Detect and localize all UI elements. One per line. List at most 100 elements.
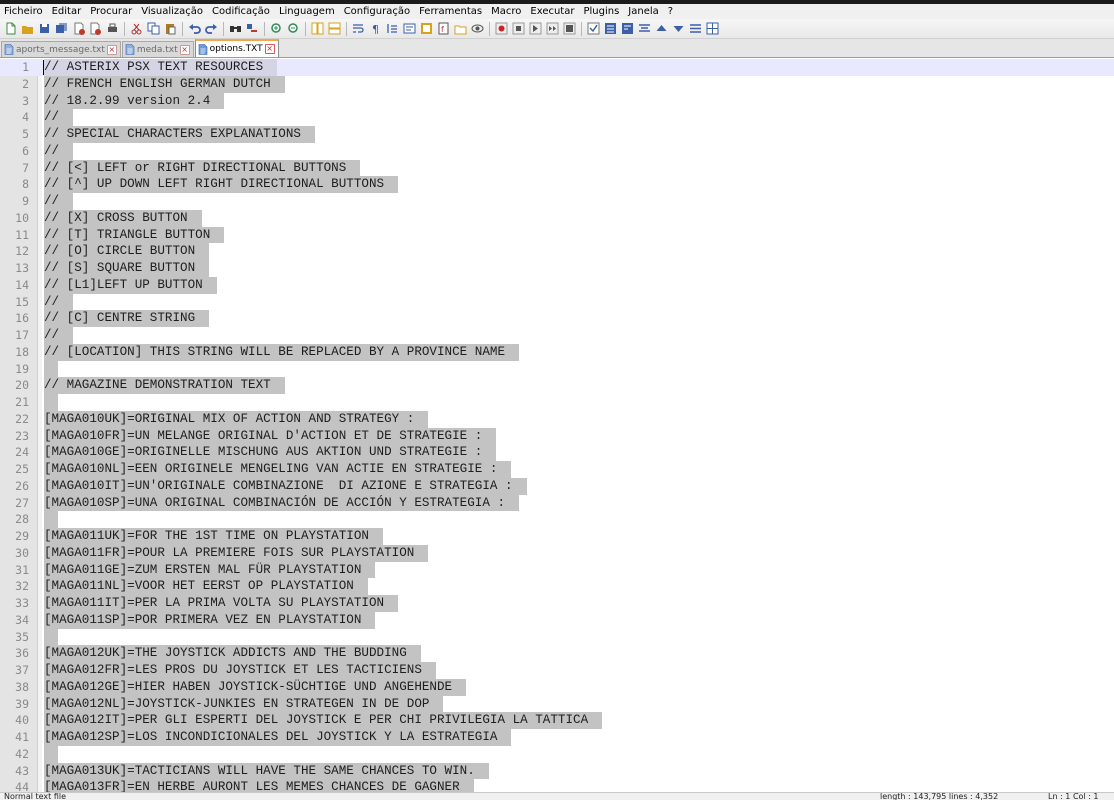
copy-button[interactable] (147, 22, 161, 36)
line-text[interactable]: [MAGA010NL]=EEN ORIGINELE MENGELING VAN … (44, 461, 512, 478)
menu-item[interactable]: Procurar (86, 4, 137, 19)
line-text[interactable]: // [<] LEFT or RIGHT DIRECTIONAL BUTTONS (44, 159, 361, 177)
undo-button[interactable] (188, 22, 202, 36)
menu-item[interactable]: Visualização (137, 4, 208, 19)
menu-item[interactable]: ? (664, 4, 678, 19)
show-all-chars-button[interactable]: ¶ (369, 22, 383, 36)
line-text[interactable]: [MAGA011NL]=VOOR HET EERST OP PLAYSTATIO… (44, 578, 368, 595)
line-text[interactable]: // SPECIAL CHARACTERS EXPLANATIONS (44, 126, 315, 143)
open-file-button[interactable] (21, 22, 35, 36)
line-text[interactable]: [MAGA010UK]=ORIGINAL MIX OF ACTION AND S… (44, 410, 429, 428)
menu-item[interactable]: Executar (526, 4, 579, 19)
line-text[interactable]: [MAGA012GE]=HIER HABEN JOYSTICK-SÜCHTIGE… (44, 678, 467, 696)
line-text[interactable]: // [LOCATION] THIS STRING WILL BE REPLAC… (44, 343, 520, 361)
sort-button[interactable] (689, 22, 703, 36)
line-text[interactable]: [MAGA010FR]=UN MELANGE ORIGINAL D'ACTION… (44, 427, 497, 445)
paste-button[interactable] (164, 22, 178, 36)
line-text[interactable]: [MAGA012SP]=LOS INCONDICIONALES DEL JOYS… (44, 729, 512, 746)
compare-next-button[interactable] (621, 22, 635, 36)
line-text[interactable]: [MAGA010SP]=UNA ORIGINAL COMBINACIÓN DE … (44, 494, 520, 512)
folder-workspace-button[interactable] (454, 22, 468, 36)
line-text[interactable]: // [T] TRIANGLE BUTTON (44, 226, 225, 244)
line-text[interactable]: // [X] CROSS BUTTON (44, 209, 202, 227)
line-text[interactable]: [MAGA011IT]=PER LA PRIMA VOLTA SU PLAYST… (44, 595, 399, 612)
sync-horizontal-button[interactable] (328, 22, 342, 36)
stop-record-button[interactable] (512, 22, 526, 36)
indent-guide-button[interactable] (386, 22, 400, 36)
line-text[interactable]: // (44, 142, 74, 160)
menu-item[interactable]: Configuração (340, 4, 415, 19)
close-all-button[interactable] (89, 22, 103, 36)
redo-button[interactable] (205, 22, 219, 36)
line-text[interactable]: [MAGA013FR]=EN HERBE AURONT LES MEMES CH… (44, 779, 474, 792)
menu-item[interactable]: Janela (624, 4, 663, 19)
tab-meda-txt[interactable]: meda.txt × (121, 41, 194, 57)
new-file-button[interactable] (4, 22, 18, 36)
tab-aports-message-txt[interactable]: aports_message.txt × (1, 41, 121, 57)
line-text[interactable]: [MAGA012FR]=LES PROS DU JOYSTICK ET LES … (44, 662, 436, 679)
language-button[interactable] (403, 22, 417, 36)
line-text[interactable]: // (44, 293, 74, 311)
line-text[interactable] (44, 394, 58, 411)
menu-item[interactable]: Plugins (579, 4, 624, 19)
line-text[interactable]: [MAGA012UK]=THE JOYSTICK ADDICTS AND THE… (44, 645, 421, 662)
save-macro-button[interactable] (563, 22, 577, 36)
close-icon[interactable]: × (264, 44, 275, 54)
spell-check-button[interactable] (587, 22, 601, 36)
line-text[interactable]: [MAGA011GE]=ZUM ERSTEN MAL FÜR PLAYSTATI… (44, 561, 376, 579)
arrow-down-button[interactable] (672, 22, 686, 36)
sync-vertical-button[interactable] (311, 22, 325, 36)
replace-button[interactable] (246, 22, 260, 36)
menu-item[interactable]: Macro (487, 4, 526, 19)
zoom-out-button[interactable] (287, 22, 301, 36)
word-wrap-button[interactable] (352, 22, 366, 36)
close-file-button[interactable] (72, 22, 86, 36)
document-map-button[interactable] (420, 22, 434, 36)
print-button[interactable] (106, 22, 120, 36)
line-text[interactable]: [MAGA012NL]=JOYSTICK-JUNKIES EN STRATEGE… (44, 695, 444, 713)
menu-item[interactable]: Codificação (208, 4, 275, 19)
line-text[interactable]: // MAGAZINE DEMONSTRATION TEXT (44, 377, 285, 394)
monitoring-button[interactable] (471, 22, 485, 36)
line-text[interactable]: // (44, 109, 74, 126)
close-icon[interactable]: × (179, 44, 190, 55)
tab-options-txt[interactable]: options.TXT × (194, 39, 279, 57)
line-text[interactable]: // [C] CENTRE STRING (44, 310, 210, 327)
line-text[interactable]: [MAGA010GE]=ORIGINELLE MISCHUNG AUS AKTI… (44, 444, 497, 461)
line-text[interactable]: // [O] CIRCLE BUTTON (44, 243, 210, 260)
line-text[interactable] (44, 628, 58, 646)
menu-item[interactable]: Editar (48, 4, 87, 19)
line-text[interactable]: // FRENCH ENGLISH GERMAN DUTCH (44, 75, 285, 93)
line-text[interactable]: [MAGA011UK]=FOR THE 1ST TIME ON PLAYSTAT… (44, 528, 383, 545)
close-icon[interactable]: × (106, 44, 117, 55)
columns-button[interactable] (706, 22, 720, 36)
menu-item[interactable]: Linguagem (275, 4, 340, 19)
line-text[interactable]: [MAGA010IT]=UN'ORIGINALE COMBINAZIONE DI… (44, 477, 527, 495)
line-text[interactable]: // [L1]LEFT UP BUTTON (44, 276, 217, 294)
line-text[interactable] (44, 745, 58, 763)
line-text[interactable]: // 18.2.99 version 2.4 (44, 92, 225, 110)
line-text[interactable]: [MAGA011FR]=POUR LA PREMIERE FOIS SUR PL… (44, 544, 429, 562)
save-all-button[interactable] (55, 22, 69, 36)
line-text[interactable]: [MAGA013UK]=TACTICIANS WILL HAVE THE SAM… (44, 762, 489, 780)
line-text[interactable]: [MAGA011SP]=POR PRIMERA VEZ EN PLAYSTATI… (44, 611, 376, 629)
save-button[interactable] (38, 22, 52, 36)
line-text[interactable] (44, 511, 58, 528)
line-text[interactable]: // (44, 193, 74, 210)
record-macro-button[interactable] (495, 22, 509, 36)
menu-item[interactable]: Ferramentas (415, 4, 487, 19)
line-text[interactable]: [MAGA012IT]=PER GLI ESPERTI DEL JOYSTICK… (44, 712, 603, 729)
line-text[interactable]: // [^] UP DOWN LEFT RIGHT DIRECTIONAL BU… (44, 176, 399, 193)
zoom-in-button[interactable] (270, 22, 284, 36)
text-editor[interactable]: 1 // ASTERIX PSX TEXT RESOURCES 2 // FRENCH… (0, 59, 1114, 792)
arrow-up-button[interactable] (655, 22, 669, 36)
line-text[interactable]: // ASTERIX PSX TEXT RESOURCES (44, 59, 278, 76)
run-macro-multiple-button[interactable] (546, 22, 560, 36)
cut-button[interactable] (130, 22, 144, 36)
line-text[interactable] (44, 360, 58, 378)
line-text[interactable]: // (44, 327, 74, 344)
menu-item[interactable]: Ficheiro (0, 4, 48, 19)
line-text[interactable]: // [S] SQUARE BUTTON (44, 260, 210, 277)
play-macro-button[interactable] (529, 22, 543, 36)
compare-button[interactable] (604, 22, 618, 36)
